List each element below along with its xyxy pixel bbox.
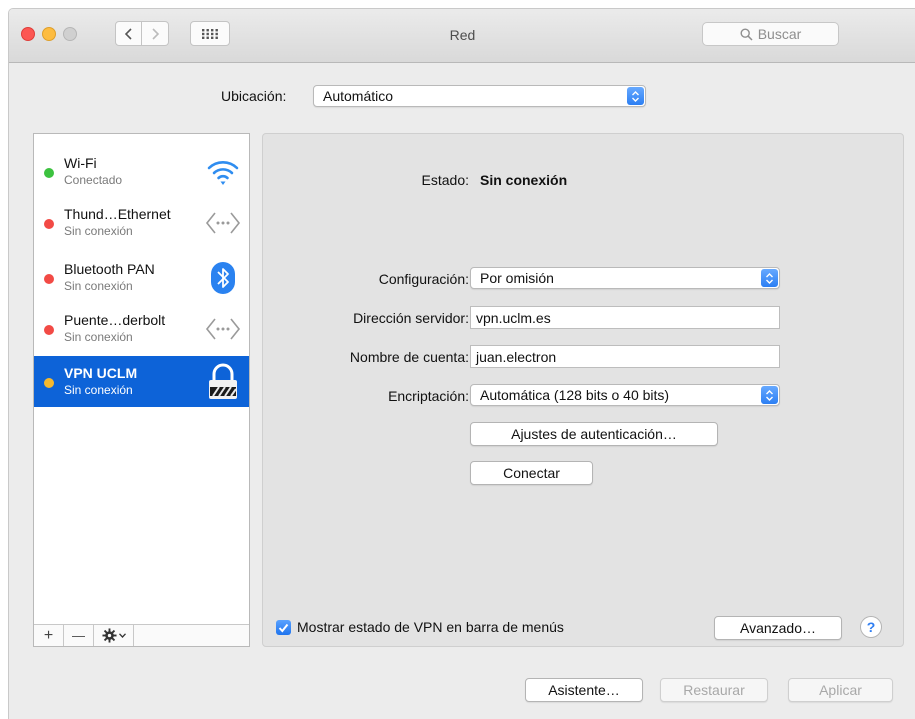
vpn-lock-icon	[205, 363, 241, 399]
server-address-field[interactable]: vpn.uclm.es	[470, 306, 780, 329]
service-name: Puente…derbolt	[64, 312, 166, 328]
status-dot	[44, 168, 54, 178]
chevron-down-icon	[118, 633, 126, 638]
vpn-detail-pane: Estado: Sin conexión Configuración: Por …	[262, 133, 904, 647]
bluetooth-icon	[205, 261, 241, 295]
service-item-wifi[interactable]: Wi-Fi Conectado	[34, 146, 249, 197]
service-status: Conectado	[64, 173, 123, 187]
location-value: Automático	[323, 88, 394, 104]
revert-button[interactable]: Restaurar	[660, 678, 768, 702]
show-vpn-status-checkbox[interactable]	[276, 620, 291, 635]
advanced-button[interactable]: Avanzado…	[714, 616, 842, 640]
popup-arrows-icon	[627, 87, 644, 105]
wifi-icon	[205, 155, 241, 189]
help-button[interactable]: ?	[860, 616, 882, 638]
service-status: Sin conexión	[64, 383, 133, 397]
search-icon	[740, 27, 753, 41]
ethernet-icon	[205, 312, 241, 346]
ethernet-icon	[205, 206, 241, 240]
server-address-label: Dirección servidor:	[353, 310, 469, 326]
network-preferences-window: Red Buscar Ubicación: Automático Wi-Fi C…	[8, 8, 915, 719]
configuration-popup[interactable]: Por omisión	[470, 267, 780, 289]
account-name-label: Nombre de cuenta:	[349, 349, 469, 365]
service-status: Sin conexión	[64, 224, 133, 238]
search-field[interactable]: Buscar	[702, 22, 839, 46]
service-item-bluetooth-pan[interactable]: Bluetooth PAN Sin conexión	[34, 252, 249, 303]
service-status: Sin conexión	[64, 330, 133, 344]
service-list-toolbar: + —	[34, 624, 249, 646]
connect-button[interactable]: Conectar	[470, 461, 593, 485]
service-status: Sin conexión	[64, 279, 133, 293]
popup-arrows-icon	[761, 269, 778, 287]
service-list: Wi-Fi Conectado Thund…Ethernet Sin conex…	[33, 133, 250, 647]
action-menu-button[interactable]	[94, 625, 134, 646]
checkmark-icon	[278, 623, 289, 633]
account-name-field[interactable]: juan.electron	[470, 345, 780, 368]
encryption-label: Encriptación:	[388, 388, 469, 404]
service-name: Bluetooth PAN	[64, 261, 155, 277]
gear-icon	[101, 628, 117, 643]
apply-button[interactable]: Aplicar	[788, 678, 893, 702]
title-bar: Red Buscar	[9, 9, 915, 63]
configuration-value: Por omisión	[480, 270, 554, 286]
status-dot	[44, 325, 54, 335]
search-placeholder: Buscar	[757, 26, 802, 42]
show-vpn-status-label[interactable]: Mostrar estado de VPN en barra de menús	[297, 619, 564, 635]
status-value: Sin conexión	[480, 172, 568, 188]
add-service-button[interactable]: +	[34, 625, 64, 646]
service-name: VPN UCLM	[64, 365, 138, 381]
remove-service-button[interactable]: —	[64, 625, 94, 646]
service-item-vpn-uclm[interactable]: VPN UCLM Sin conexión	[34, 356, 249, 407]
location-popup[interactable]: Automático	[313, 85, 646, 107]
plus-icon: +	[43, 626, 54, 644]
service-item-thunderbolt-bridge[interactable]: Puente…derbolt Sin conexión	[34, 303, 249, 354]
assistant-button[interactable]: Asistente…	[525, 678, 643, 702]
status-dot	[44, 378, 54, 388]
service-item-thunderbolt-ethernet[interactable]: Thund…Ethernet Sin conexión	[34, 197, 249, 248]
service-name: Wi-Fi	[64, 155, 97, 171]
service-name: Thund…Ethernet	[64, 206, 171, 222]
status-dot	[44, 274, 54, 284]
encryption-value: Automática (128 bits o 40 bits)	[480, 387, 670, 403]
configuration-label: Configuración:	[378, 271, 469, 287]
status-label: Estado:	[421, 172, 469, 188]
minus-icon: —	[72, 628, 85, 643]
status-dot	[44, 219, 54, 229]
location-label: Ubicación:	[221, 88, 287, 104]
authentication-settings-button[interactable]: Ajustes de autenticación…	[470, 422, 718, 446]
popup-arrows-icon	[761, 386, 778, 404]
encryption-popup[interactable]: Automática (128 bits o 40 bits)	[470, 384, 780, 406]
